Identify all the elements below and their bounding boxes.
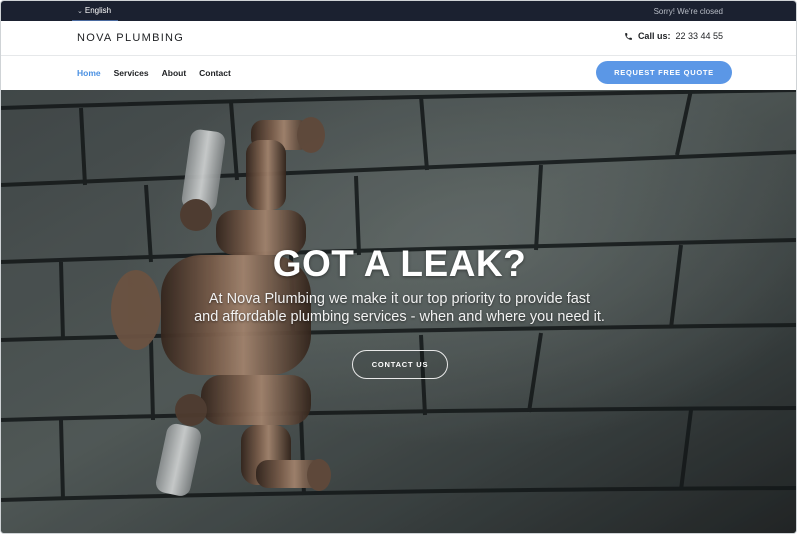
nav-item-services[interactable]: Services (114, 68, 149, 78)
main-nav: Home Services About Contact REQUEST FREE… (1, 56, 796, 90)
phone-number: 22 33 44 55 (675, 31, 723, 41)
site-header: NOVA PLUMBING Call us: 22 33 44 55 (1, 21, 796, 56)
call-us[interactable]: Call us: 22 33 44 55 (624, 31, 723, 41)
request-quote-button[interactable]: REQUEST FREE QUOTE (596, 61, 732, 84)
phone-icon (625, 32, 632, 40)
hero-subtitle-line-2: and affordable plumbing services - when … (194, 309, 605, 325)
nav-item-home[interactable]: Home (77, 68, 101, 78)
nav-item-contact[interactable]: Contact (199, 68, 231, 78)
top-bar: ⌄ English Sorry! We're closed (1, 1, 796, 21)
opening-status: Sorry! We're closed (653, 6, 723, 16)
language-label: English (84, 6, 112, 15)
nav-links: Home Services About Contact (77, 68, 231, 78)
language-selector[interactable]: ⌄ English (72, 1, 118, 21)
hero-subtitle: At Nova Plumbing we make it our top prio… (151, 290, 648, 326)
chevron-down-icon: ⌄ (77, 7, 83, 15)
hero-subtitle-line-1: At Nova Plumbing we make it our top prio… (208, 291, 591, 307)
hero-title: GOT A LEAK? (272, 243, 527, 284)
nav-item-about[interactable]: About (162, 68, 187, 78)
call-label: Call us: (637, 31, 671, 41)
hero-section: GOT A LEAK? At Nova Plumbing we make it … (1, 90, 796, 533)
site-logo[interactable]: NOVA PLUMBING (77, 32, 184, 44)
hero-content: GOT A LEAK? At Nova Plumbing we make it … (1, 90, 796, 533)
contact-us-button[interactable]: CONTACT US (352, 350, 448, 379)
browser-frame: ⌄ English Sorry! We're closed NOVA PLUMB… (0, 0, 797, 534)
